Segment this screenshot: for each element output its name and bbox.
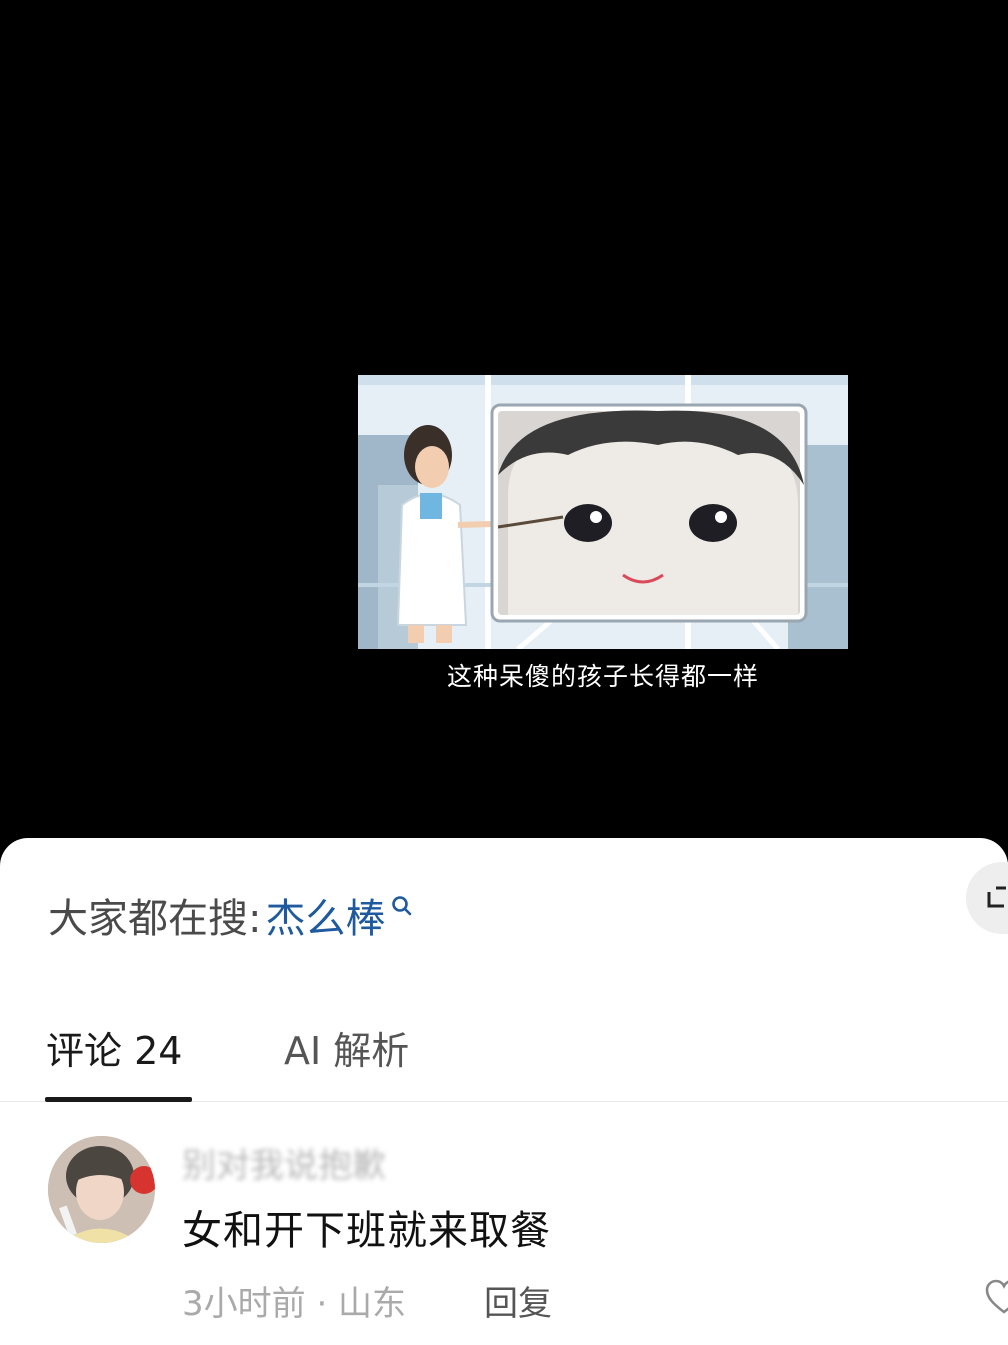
video-frame[interactable] xyxy=(358,375,848,649)
video-subtitle: 这种呆傻的孩子长得都一样 xyxy=(446,662,759,691)
heart-icon[interactable] xyxy=(984,1278,1008,1318)
trending-search-label: 大家都在搜: xyxy=(48,896,262,942)
reply-button[interactable]: 回复 xyxy=(484,1276,552,1325)
trending-search[interactable]: 大家都在搜: 杰么棒 xyxy=(48,886,413,944)
trending-search-term[interactable]: 杰么棒 xyxy=(265,886,385,944)
comment-meta: 3小时前 · 山东 xyxy=(182,1284,407,1324)
comment-sheet: 大家都在搜: 杰么棒 评论 24 AI 解析 别对我说抱歉 女和开下班就来取餐 … xyxy=(0,838,1008,1345)
search-icon[interactable] xyxy=(391,895,413,917)
video-player[interactable]: 这种呆傻的孩子长得都一样 xyxy=(0,0,1008,845)
active-tab-indicator xyxy=(45,1097,192,1102)
tab-comments[interactable]: 评论 24 xyxy=(46,1020,182,1075)
collapse-icon xyxy=(987,886,1006,908)
tab-ai-analysis[interactable]: AI 解析 xyxy=(284,1020,409,1075)
avatar[interactable] xyxy=(48,1136,155,1243)
collapse-button[interactable] xyxy=(966,862,1008,934)
comment-tabs: 评论 24 AI 解析 xyxy=(0,1008,1008,1102)
comment-text: 女和开下班就来取餐 xyxy=(182,1208,551,1254)
video-illustration xyxy=(358,375,848,649)
comment-username[interactable]: 别对我说抱歉 xyxy=(182,1138,386,1187)
